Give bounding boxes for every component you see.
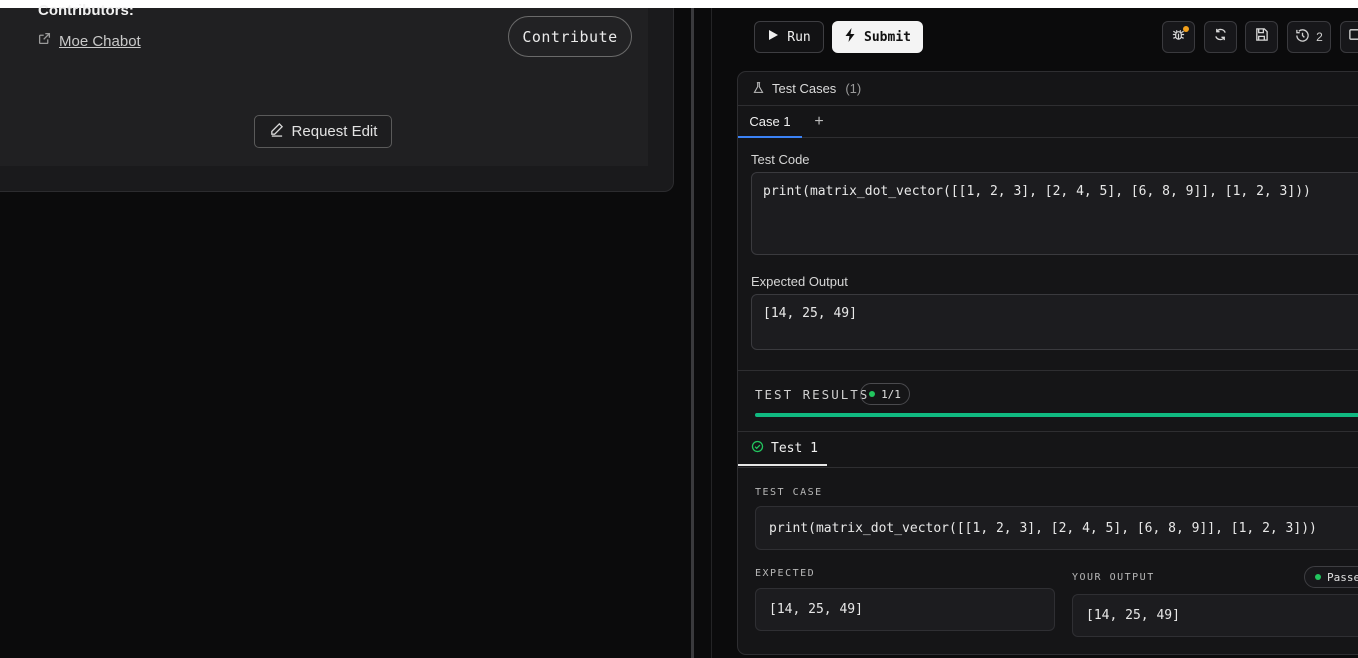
submit-button[interactable]: Submit — [832, 21, 923, 53]
expected-value: [14, 25, 49] — [755, 588, 1055, 631]
add-case-button[interactable]: + — [810, 106, 828, 138]
tab-case-1[interactable]: Case 1 — [738, 106, 802, 138]
contributor-name[interactable]: Moe Chabot — [59, 33, 141, 50]
notification-dot — [1183, 26, 1189, 32]
contribute-button[interactable]: Contribute — [508, 16, 632, 57]
submit-label: Submit — [864, 29, 911, 45]
contributors-heading: Contributors: — [38, 2, 134, 19]
contributor-link[interactable]: Moe Chabot — [38, 32, 141, 50]
contributors-section: Contributors: Moe Chabot Contribute Requ… — [0, 2, 648, 166]
test-case-code: print(matrix_dot_vector([[1, 2, 3], [2, … — [755, 506, 1358, 550]
your-output-label: YOUR OUTPUT — [1072, 572, 1155, 583]
test-cases-header: Test Cases (1) — [738, 72, 1358, 106]
tab-test-1[interactable]: Test 1 — [738, 432, 827, 466]
panel-divider — [711, 8, 712, 658]
reset-button[interactable] — [1204, 21, 1237, 53]
top-edge-bar — [0, 0, 1358, 8]
run-button[interactable]: Run — [754, 21, 824, 53]
history-icon — [1295, 28, 1310, 46]
panel-resize-handle[interactable] — [691, 8, 694, 658]
panel-icon — [1348, 27, 1358, 47]
your-output-value: [14, 25, 49] — [1072, 594, 1358, 637]
divider — [738, 431, 1358, 432]
test-cases-title: Test Cases — [772, 81, 837, 96]
expected-label: EXPECTED — [755, 568, 816, 579]
passed-badge: Passed — [1304, 566, 1358, 588]
expected-output-label: Expected Output — [751, 274, 848, 289]
problem-panel: Contributors: Moe Chabot Contribute Requ… — [0, 2, 674, 192]
test-code-field[interactable]: print(matrix_dot_vector([[1, 2, 3], [2, … — [751, 172, 1358, 255]
debug-button[interactable] — [1162, 21, 1195, 53]
test-panel: Test Cases (1) Case 1 + Test Code print(… — [737, 71, 1358, 655]
save-icon — [1254, 27, 1269, 47]
results-progress-fill — [755, 413, 1358, 417]
flask-icon — [752, 81, 765, 97]
test-tab-label: Test 1 — [771, 440, 818, 456]
pencil-icon — [269, 122, 284, 141]
refresh-icon — [1213, 27, 1228, 47]
test-cases-count: (1) — [845, 81, 862, 96]
history-button[interactable]: 2 — [1287, 21, 1331, 53]
divider — [738, 370, 1358, 371]
request-edit-button[interactable]: Request Edit — [254, 115, 392, 148]
passed-label: Passed — [1327, 570, 1358, 584]
test-code-label: Test Code — [751, 152, 810, 167]
divider — [738, 467, 1358, 468]
save-button[interactable] — [1245, 21, 1278, 53]
test-results-title: TEST RESULTS — [755, 387, 870, 402]
lightning-icon — [844, 28, 857, 46]
history-count: 2 — [1316, 30, 1323, 44]
layout-button[interactable] — [1340, 21, 1358, 53]
test-case-label: TEST CASE — [755, 487, 823, 498]
play-icon — [767, 29, 779, 45]
external-link-icon — [38, 32, 51, 50]
results-progress-bar — [755, 413, 1358, 417]
case-tabs: Case 1 + — [738, 106, 1358, 138]
expected-output-field[interactable]: [14, 25, 49] — [751, 294, 1358, 350]
results-count: 1/1 — [881, 387, 901, 401]
run-label: Run — [787, 29, 811, 45]
results-count-badge: 1/1 — [860, 383, 910, 405]
status-dot — [1315, 574, 1321, 580]
check-circle-icon — [751, 440, 764, 457]
status-dot — [869, 391, 876, 397]
request-edit-label: Request Edit — [291, 123, 378, 140]
